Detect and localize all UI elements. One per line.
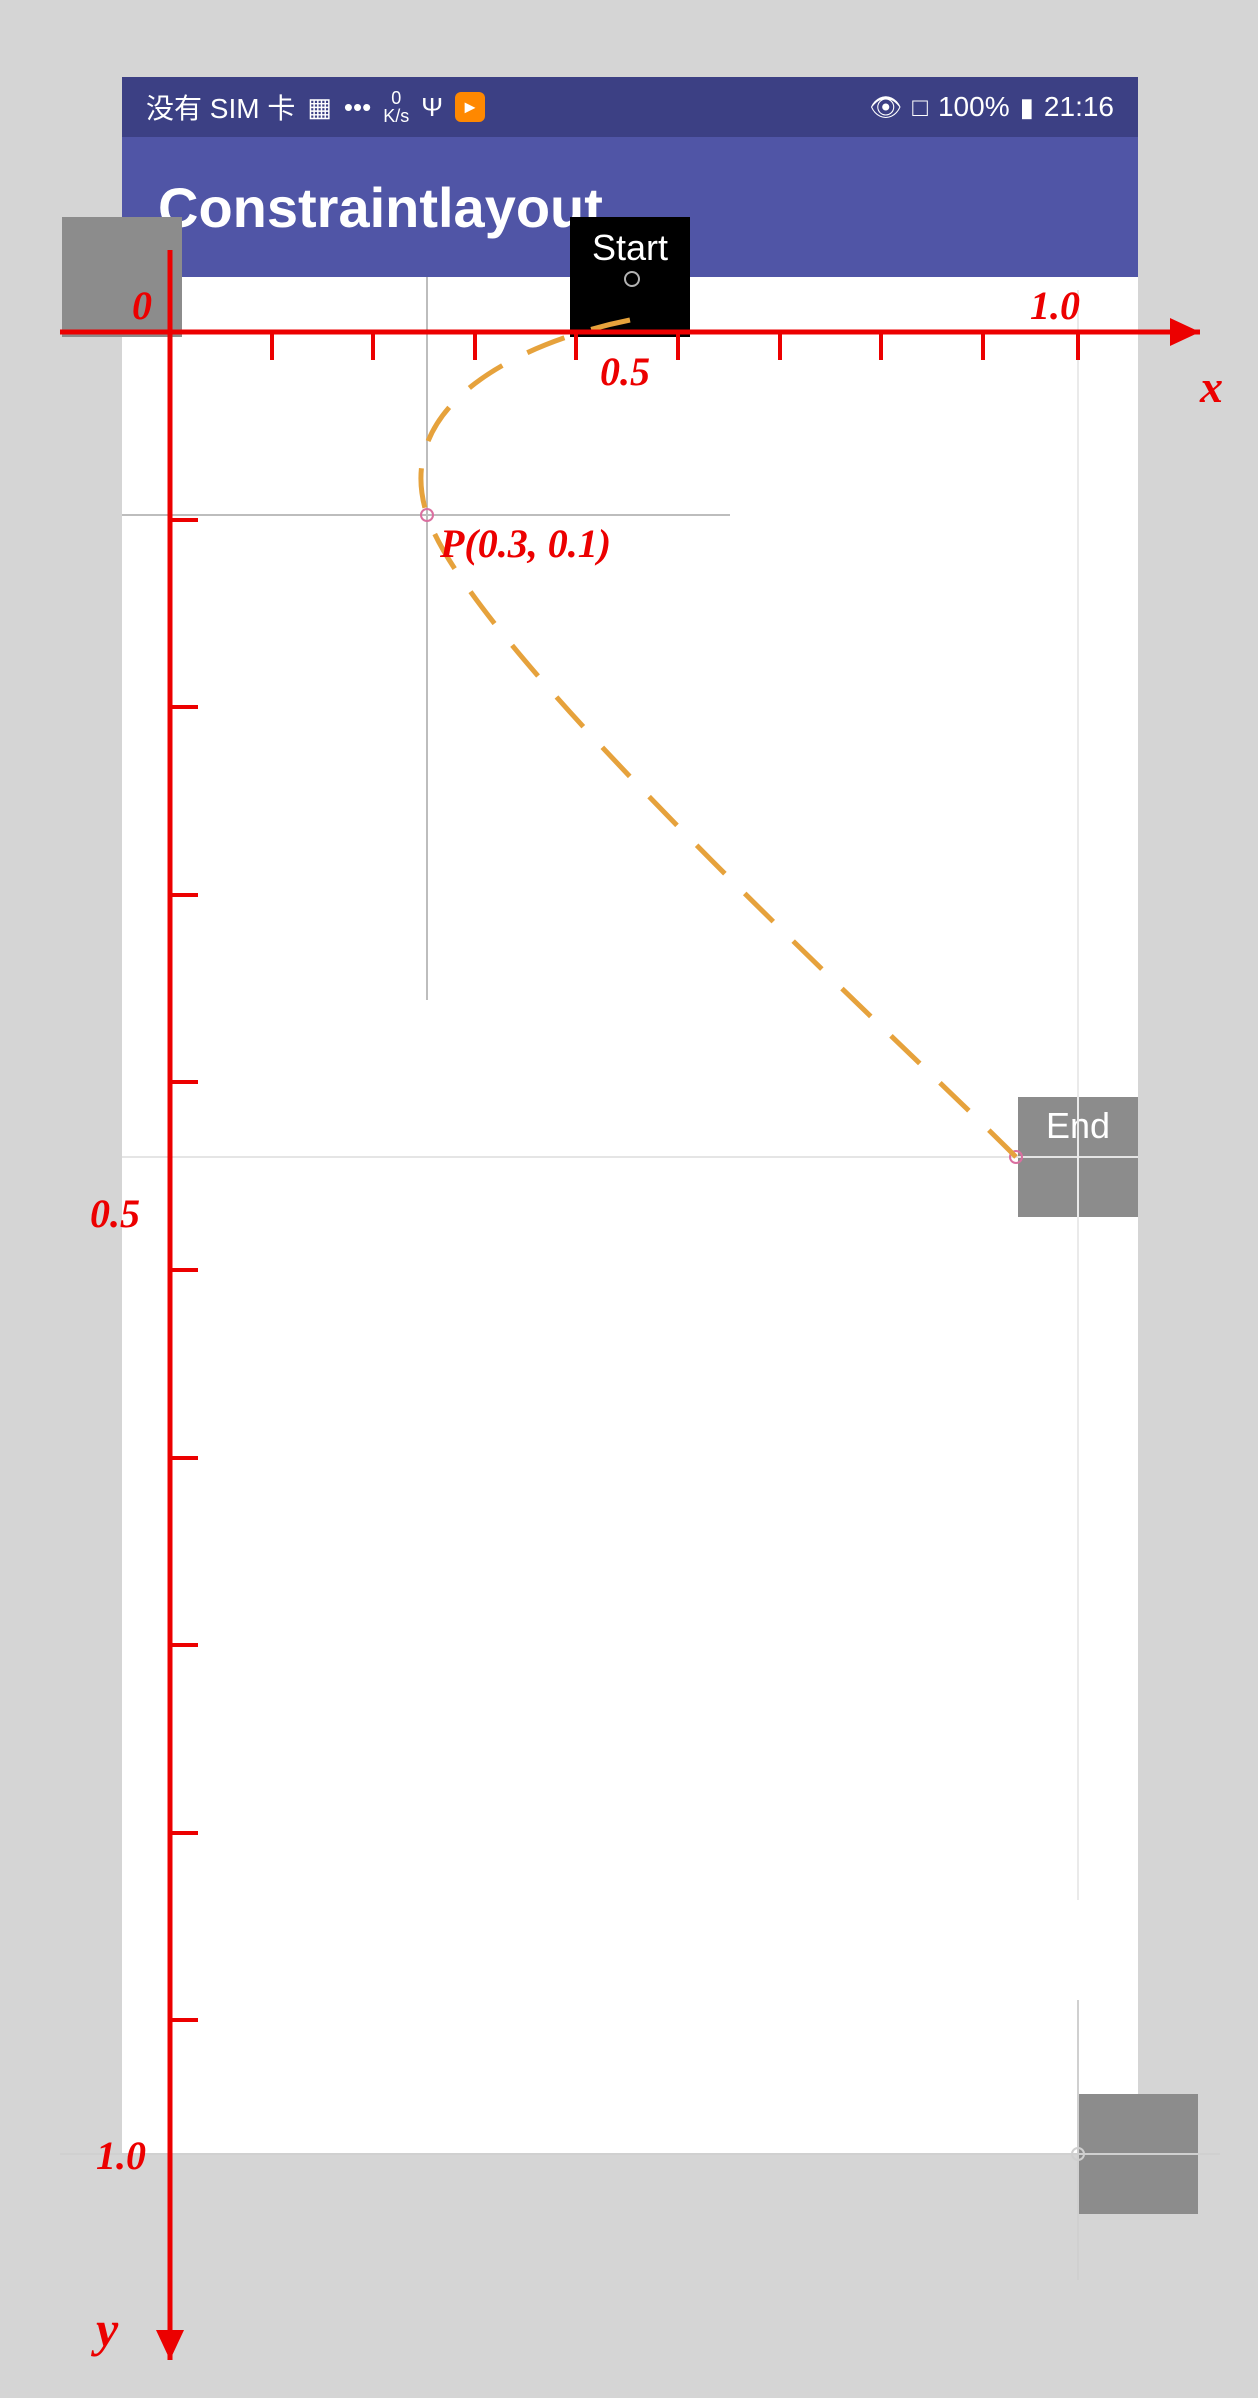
point-p-label: P(0.3, 0.1) — [440, 520, 611, 567]
net-speed: 0K/s — [383, 89, 409, 125]
axis-xmid-label: 0.5 — [600, 348, 650, 395]
axis-origin-label: 0 — [132, 282, 152, 329]
clock-text: 21:16 — [1044, 91, 1114, 123]
wifi-icon: ••• — [344, 92, 371, 123]
end-label: End — [1046, 1105, 1110, 1147]
status-bar: 没有 SIM 卡 ▦ ••• 0K/s Ψ ► 👁 □ 100% ▮ 21:16 — [122, 77, 1138, 137]
anchor-bottom-right — [1078, 2094, 1198, 2214]
eye-icon: 👁 — [869, 92, 902, 123]
axis-x-name: x — [1200, 360, 1223, 413]
axis-ymid-label: 0.5 — [90, 1190, 140, 1237]
axis-y-name: y — [96, 2300, 118, 2358]
start-label: Start — [592, 227, 668, 269]
vibrate-icon: □ — [912, 92, 928, 123]
start-box[interactable]: Start — [570, 217, 690, 337]
anchor-top-left — [62, 217, 182, 337]
axis-yend-label: 1.0 — [96, 2132, 146, 2179]
content-area: Start End — [122, 277, 1138, 2154]
status-right: 👁 □ 100% ▮ 21:16 — [869, 91, 1114, 123]
axis-xend-label: 1.0 — [1030, 282, 1080, 329]
battery-percent: 100% — [938, 91, 1010, 123]
usb-icon: Ψ — [421, 92, 443, 123]
end-box[interactable]: End — [1018, 1097, 1138, 1217]
battery-icon: ▮ — [1020, 92, 1034, 123]
play-icon: ► — [455, 92, 485, 122]
status-left: 没有 SIM 卡 ▦ ••• 0K/s Ψ ► — [146, 87, 485, 127]
start-point-icon — [624, 271, 640, 287]
app-title: Constraintlayout — [158, 175, 603, 240]
sim-status-text: 没有 SIM 卡 — [146, 87, 295, 127]
sim-icon: ▦ — [307, 92, 332, 123]
canvas: 没有 SIM 卡 ▦ ••• 0K/s Ψ ► 👁 □ 100% ▮ 21:16… — [0, 0, 1258, 2398]
